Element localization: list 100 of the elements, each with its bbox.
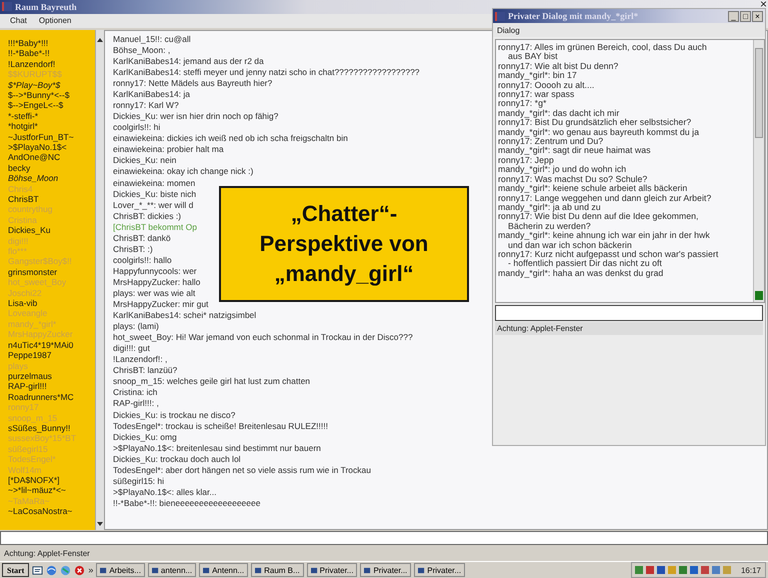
browser-icon[interactable] (46, 564, 58, 576)
tray-icon[interactable] (634, 565, 644, 576)
menu-item[interactable]: Optionen (38, 16, 72, 26)
app-icon (2, 2, 12, 12)
message-input-field[interactable] (0, 531, 768, 546)
taskbar-button[interactable]: Privater... (360, 563, 412, 578)
chat-message: mandy_*girl*: bin 17 (498, 71, 578, 81)
chat-message: MrsHappyZucker: mir gut (113, 299, 208, 310)
tray-icon[interactable] (688, 565, 699, 576)
chat-message: mandy_*girl*: wo genau aus bayreuth kommst du ja (498, 128, 700, 138)
chat-message: Happyfunnycools: wer (113, 266, 197, 277)
user-name[interactable]: n4uTic4*19*MAi0 (8, 340, 95, 350)
taskbar-button[interactable]: Antenn... (199, 563, 248, 578)
user-name[interactable]: ChrisBT (8, 194, 95, 204)
scroll-thumb[interactable] (755, 48, 763, 138)
user-name[interactable]: !Lanzendorf! (8, 58, 95, 70)
status-text: Achtung: Applet-Fenster (495, 322, 763, 335)
status-text: Achtung: Applet-Fenster (3, 548, 91, 560)
window-title: Privater Dialog mit mandy_*girl* (508, 11, 638, 21)
chat-message: ronny17: Bist Du grundsätzlich eher selbstsicher? (498, 118, 692, 128)
window-control-button[interactable]: □ (740, 10, 751, 22)
chat-message: Cristina: ich (113, 387, 158, 398)
user-name[interactable]: [*DA$NOFX*] (8, 474, 95, 486)
chat-message: einawiekeina: probier halt ma (113, 144, 224, 156)
message-input-field[interactable] (495, 305, 763, 321)
menu-item[interactable]: Dialog (497, 26, 520, 34)
user-name[interactable]: >$PlayaNo.1$< (8, 142, 95, 152)
window-icon (203, 566, 210, 574)
user-name[interactable]: *-steffi-* (8, 110, 95, 122)
chat-message: Böhse_Moon: , (113, 44, 170, 56)
scrollbar[interactable] (753, 40, 764, 302)
scrollbar[interactable] (95, 30, 104, 530)
tray-icon[interactable] (644, 565, 655, 576)
user-name[interactable]: Peppe1987 (8, 350, 95, 360)
chat-message: >$PlayaNo.1$<: breitenlesau sind bestimmt nur bauern (113, 442, 321, 454)
chat-message: mandy_*girl*: jo und do wohn ich (498, 165, 628, 175)
taskbar-button[interactable]: Privater... (306, 563, 358, 578)
chat-message: Manuel_15!!: cu@all (113, 34, 191, 45)
user-name[interactable]: $-->*Bunny*<--$ (8, 90, 95, 100)
app-icon (495, 12, 505, 20)
taskbar-button[interactable]: antenn... (148, 563, 196, 578)
chat-message: ronny17: Wie bist Du denn auf die Idee gekommen, Bächerin zu werden? (498, 212, 700, 232)
window-control-button[interactable]: × (752, 10, 763, 22)
chat-message: Dickies_Ku: wer isn hier drin noch op fähig? (113, 111, 278, 122)
user-name[interactable]: Dickies_Ku (8, 225, 95, 236)
chat-message: [ChrisBT bekommt Op (113, 222, 197, 233)
menu-item[interactable]: Chat (10, 16, 27, 26)
chat-message: ronny17: Nette Mädels aus Bayreuth hier? (113, 78, 272, 90)
user-name[interactable]: *hotgirl* (8, 121, 95, 132)
tray-icon[interactable] (678, 565, 688, 576)
chat-message: ronny17: *g* (498, 99, 548, 109)
user-name[interactable]: ~LaCosaNostra~ (8, 506, 95, 517)
chat-message: TodesEngel*: trockau is scheiße! Breitenlesau RULEZ!!!!! (113, 420, 328, 432)
user-name[interactable]: Roadrunners*MC (8, 392, 95, 402)
user-name[interactable]: Lisa-vib (8, 298, 95, 308)
start-button[interactable]: Start (2, 563, 30, 578)
window-icon (364, 566, 372, 574)
user-name[interactable]: !!-*Babe*-!! (8, 48, 95, 59)
caption-text: Perspektive von (260, 230, 428, 258)
chat-message: mandy_*girl*: haha an was denkst du grad (498, 268, 664, 278)
user-name[interactable]: RAP-girl!!! (8, 381, 95, 392)
stop-icon[interactable] (74, 564, 86, 576)
user-name[interactable]: ~>*lil~mäuz*<~ (8, 485, 95, 496)
user-name[interactable]: purzelmaus (8, 370, 95, 382)
chat-message: Dickies_Ku: is trockau ne disco? (113, 410, 236, 421)
chat-message: ChrisBT: lanzüü? (113, 365, 178, 376)
taskbar-button[interactable]: Arbeits... (96, 563, 145, 578)
window-icon (418, 566, 426, 574)
chat-message: mandy_*girl*: ja ab und zu (498, 202, 601, 212)
more-chevron[interactable]: » (88, 565, 94, 576)
chat-message: ronny17: Karl W? (113, 100, 179, 112)
window-title: Raum Bayreuth (15, 2, 77, 12)
clock: 16:17 (740, 566, 762, 575)
tray-icon[interactable] (700, 565, 710, 576)
chat-message: MrsHappyZucker: hallo (113, 276, 200, 288)
chat-message: digi!!!: gut (113, 343, 150, 354)
tray-icon[interactable] (656, 565, 666, 576)
taskbar-button[interactable]: Privater... (414, 563, 466, 578)
user-name[interactable]: AndOne@NC (8, 152, 95, 163)
user-name[interactable]: grinsmonster (8, 266, 95, 278)
chat-message: ChrisBT: dankö (113, 232, 171, 244)
window-icon (100, 566, 108, 574)
taskbar-button[interactable]: Raum B... (251, 563, 304, 578)
chat-message: !!-*Babe*-!!: bieneeeeeeeeeeeeeeeeee (113, 498, 260, 509)
user-name[interactable]: becky (8, 162, 95, 174)
user-name[interactable]: Böhse_Moon (8, 173, 95, 184)
user-name[interactable]: $-->EngeL<--$ (8, 100, 95, 111)
user-name[interactable]: !!!*Baby*!!! (8, 38, 95, 48)
tray-icon[interactable] (710, 565, 721, 576)
chat-message: plays: (lami) (113, 321, 159, 332)
chat-message: mandy_*girl*: keiene schule arbeiet alls bäckerin (498, 184, 688, 194)
user-name[interactable]: $*Play~Boy*$ (8, 80, 95, 90)
chat-message: ronny17: Was machst Du so? Schule? (498, 174, 648, 184)
desktop-icon[interactable] (32, 564, 44, 576)
user-name[interactable]: ~JustforFun_BT~ (8, 132, 95, 142)
chat-message: plays: wer was wie alt (113, 288, 196, 300)
chat-message: einawiekeina: okay ich change nick :) (113, 166, 254, 178)
window-control-button[interactable]: _ (728, 10, 739, 22)
close-button[interactable]: × (758, 0, 768, 11)
user-name[interactable]: sSüßes_Bunny!! (8, 422, 95, 434)
